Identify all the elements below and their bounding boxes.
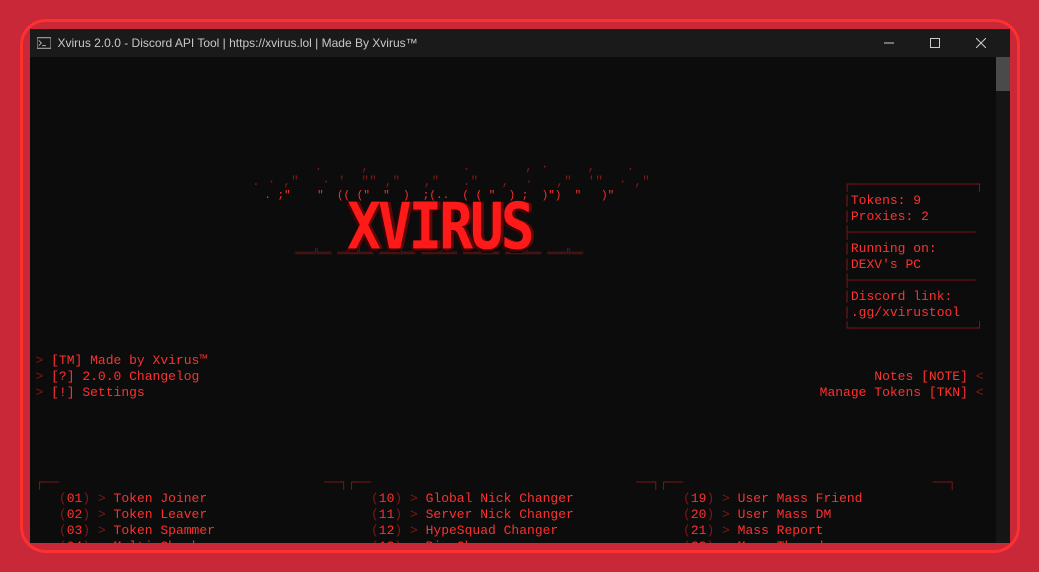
running-value: DEXV's PC <box>851 257 921 272</box>
window-controls <box>866 29 1004 57</box>
menu-item-04[interactable]: (04) > Multi Checker <box>36 539 332 543</box>
status-box: ┌────────────────┐ |Tokens: 9 |Proxies: … <box>843 155 1003 337</box>
discord-value: .gg/xvirustool <box>851 305 960 320</box>
menu-item-11[interactable]: (11) > Server Nick Changer <box>348 507 644 522</box>
menu-item-01[interactable]: (01) > Token Joiner <box>36 491 332 506</box>
terminal-body[interactable]: . , . , · , . . · ," · ' "" ," ," ." , ·… <box>30 57 1010 543</box>
menu-item-02[interactable]: (02) > Token Leaver <box>36 507 332 522</box>
menu-col-1: ┌── ──┐ (01) > Token Joiner (02) > Token… <box>36 475 348 543</box>
scrollbar-track[interactable] <box>996 57 1010 543</box>
proxies-label: Proxies: <box>851 209 913 224</box>
link-right-1[interactable]: Manage Tokens [TKN] < <box>820 385 1004 401</box>
header-block: . , . , · , . . · ," · ' "" ," ," ." , ·… <box>36 155 1004 337</box>
console-window: Xvirus 2.0.0 - Discord API Tool | https:… <box>30 29 1010 543</box>
discord-label: Discord link: <box>851 289 952 304</box>
menu-item-19[interactable]: (19) > User Mass Friend <box>660 491 941 506</box>
tokens-value: 9 <box>913 193 921 208</box>
ascii-steam: . , . , · , . . · ," · ' "" ," ," ." , ·… <box>229 159 650 189</box>
outer-frame: Xvirus 2.0.0 - Discord API Tool | https:… <box>20 19 1020 553</box>
menu-item-21[interactable]: (21) > Mass Report <box>660 523 941 538</box>
menu-item-12[interactable]: (12) > HypeSquad Changer <box>348 523 644 538</box>
menu-item-10[interactable]: (10) > Global Nick Changer <box>348 491 644 506</box>
link-0[interactable]: > [TM] Made by Xvirus™ <box>36 353 208 369</box>
tokens-label: Tokens: <box>851 193 906 208</box>
top-links: > [TM] Made by Xvirus™> [?] 2.0.0 Change… <box>36 353 1004 401</box>
xvirus-ascii-logo: XVIRUS <box>347 205 531 251</box>
proxies-value: 2 <box>921 209 929 224</box>
close-button[interactable] <box>958 29 1004 57</box>
menu-item-20[interactable]: (20) > User Mass DM <box>660 507 941 522</box>
running-label: Running on: <box>851 241 937 256</box>
minimize-button[interactable] <box>866 29 912 57</box>
scrollbar-thumb[interactable] <box>996 57 1010 91</box>
link-1[interactable]: > [?] 2.0.0 Changelog <box>36 369 200 385</box>
window-title: Xvirus 2.0.0 - Discord API Tool | https:… <box>58 36 866 50</box>
menu-area: ┌── ──┐ (01) > Token Joiner (02) > Token… <box>36 475 1004 543</box>
menu-item-22[interactable]: (22) > Mass Thread <box>660 539 941 543</box>
menu-item-03[interactable]: (03) > Token Spammer <box>36 523 332 538</box>
titlebar: Xvirus 2.0.0 - Discord API Tool | https:… <box>30 29 1010 57</box>
menu-col-3: ┌── ──┐ (19) > User Mass Friend (20) > U… <box>660 475 956 543</box>
link-right-0[interactable]: Notes [NOTE] < <box>874 369 1003 385</box>
menu-item-13[interactable]: (13) > Bio Changer <box>348 539 644 543</box>
menu-col-2: ┌── ──┐ (10) > Global Nick Changer (11) … <box>348 475 660 543</box>
maximize-button[interactable] <box>912 29 958 57</box>
app-icon <box>36 35 52 51</box>
link-2[interactable]: > [!] Settings <box>36 385 145 401</box>
